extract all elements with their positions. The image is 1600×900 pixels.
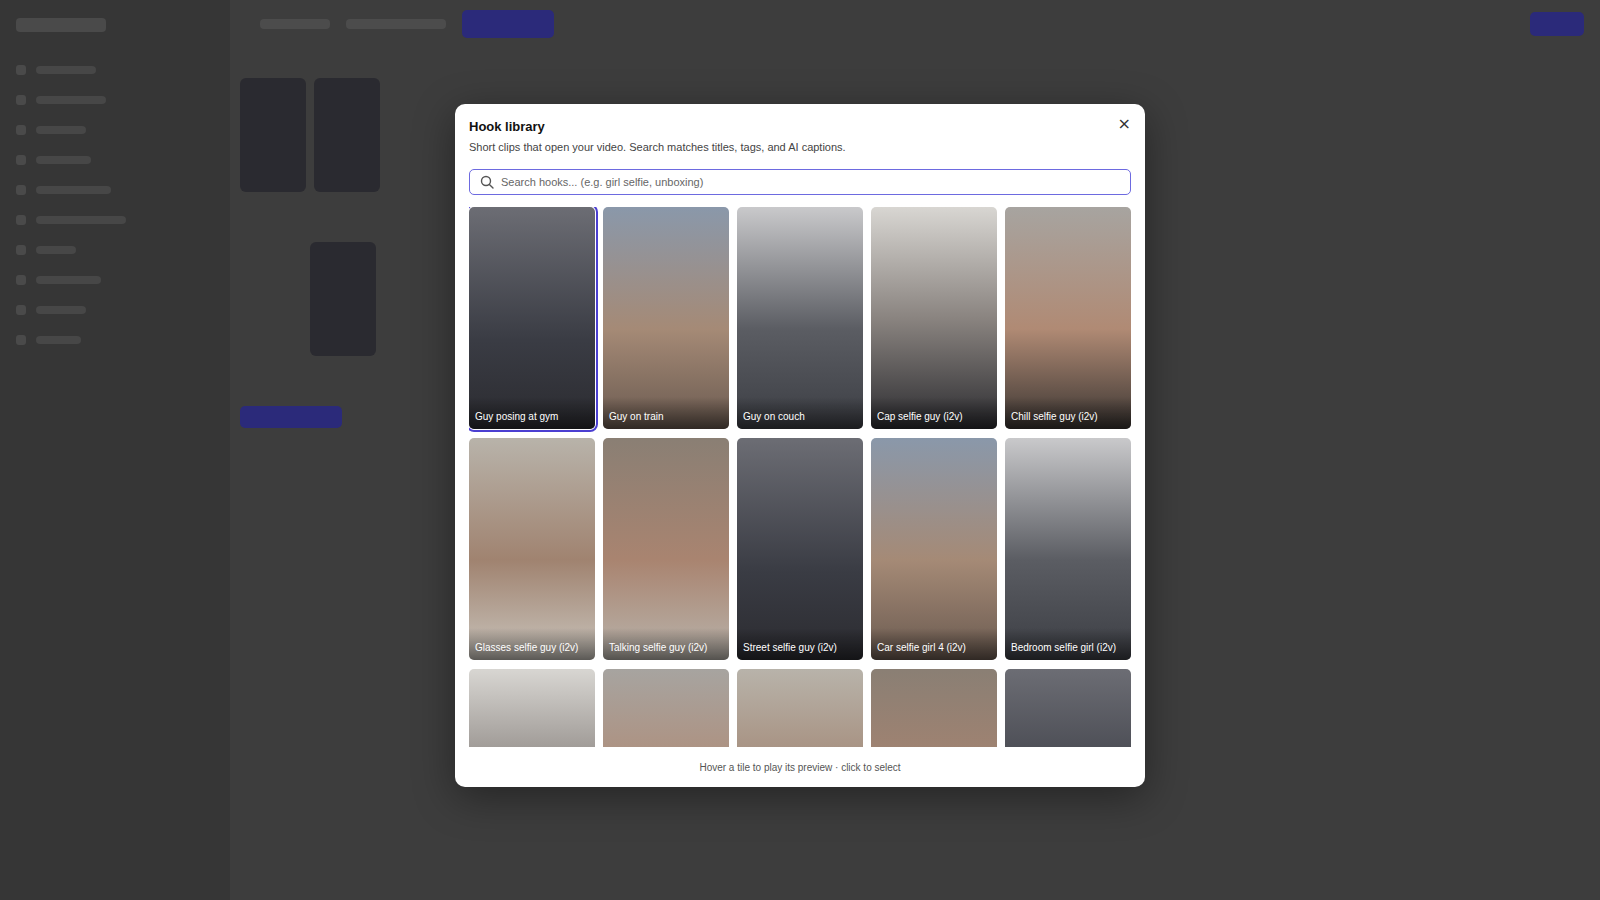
sidebar	[0, 0, 230, 900]
sidebar-item[interactable]	[16, 92, 214, 108]
logo-block	[16, 18, 106, 32]
search-input[interactable]	[501, 171, 1120, 193]
sidebar-item-placeholder	[36, 186, 111, 194]
hook-tile[interactable]: Guy on couch	[737, 207, 863, 429]
sidebar-item-icon	[16, 215, 26, 225]
sidebar-item[interactable]	[16, 182, 214, 198]
sidebar-item-icon	[16, 65, 26, 75]
sidebar-item[interactable]	[16, 152, 214, 168]
search-icon	[480, 175, 494, 189]
tile-label: Guy posing at gym	[469, 397, 595, 429]
sidebar-item[interactable]	[16, 242, 214, 258]
tile-label: Talking selfie guy (i2v)	[603, 628, 729, 660]
modal-title: Hook library	[469, 118, 1131, 136]
sidebar-item-icon	[16, 245, 26, 255]
tile-label: Guy on couch	[737, 397, 863, 429]
sidebar-item[interactable]	[16, 272, 214, 288]
sidebar-item-placeholder	[36, 216, 126, 224]
sidebar-item-icon	[16, 95, 26, 105]
hook-tile[interactable]: Car selfie girl 4 (i2v)	[871, 438, 997, 660]
sidebar-item-placeholder	[36, 66, 96, 74]
tile-label: Glasses selfie guy (i2v)	[469, 628, 595, 660]
sidebar-item-icon	[16, 155, 26, 165]
sidebar-item-placeholder	[36, 276, 101, 284]
search-field[interactable]	[469, 169, 1131, 195]
sidebar-item-placeholder	[36, 306, 86, 314]
top-bar	[230, 0, 1600, 48]
tile-label: Street selfie guy (i2v)	[737, 628, 863, 660]
tile-label: Guy on train	[603, 397, 729, 429]
hook-tile[interactable]: Cap selfie guy (i2v)	[871, 207, 997, 429]
sidebar-item[interactable]	[16, 212, 214, 228]
hook-tile[interactable]	[737, 669, 863, 747]
app-page: ×Hook library Short clips that open your …	[0, 0, 1600, 900]
sidebar-item-placeholder	[36, 336, 81, 344]
modal-overlay: ×Hook library Short clips that open your …	[0, 0, 1600, 900]
sidebar-item[interactable]	[16, 302, 214, 318]
hook-tile[interactable]	[871, 669, 997, 747]
thumb-block	[240, 78, 306, 192]
hook-tile[interactable]: Glasses selfie guy (i2v)	[469, 438, 595, 660]
primary-button[interactable]	[1530, 12, 1584, 36]
sidebar-item-icon	[16, 125, 26, 135]
tile-label: Bedroom selfie girl (i2v)	[1005, 628, 1131, 660]
hook-tile[interactable]: Chill selfie guy (i2v)	[1005, 207, 1131, 429]
hook-tile[interactable]: Guy posing at gym	[469, 207, 595, 429]
sidebar-item-icon	[16, 185, 26, 195]
tile-grid: Guy posing at gymGuy on trainGuy on couc…	[469, 207, 1131, 747]
sidebar-item-icon	[16, 335, 26, 345]
sidebar-item-placeholder	[36, 96, 106, 104]
modal-subtitle: Short clips that open your video. Search…	[469, 140, 1131, 155]
content-button[interactable]	[240, 406, 342, 428]
breadcrumb-placeholder	[260, 19, 330, 29]
sidebar-item-placeholder	[36, 126, 86, 134]
hook-library-modal: ×Hook library Short clips that open your …	[455, 104, 1145, 787]
sidebar-item-placeholder	[36, 246, 76, 254]
hook-tile[interactable]: Street selfie guy (i2v)	[737, 438, 863, 660]
breadcrumb-placeholder	[346, 19, 446, 29]
tile-scroll-area: Guy posing at gymGuy on trainGuy on couc…	[469, 207, 1131, 747]
close-button[interactable]: ×	[1114, 112, 1135, 136]
hook-tile[interactable]: Talking selfie guy (i2v)	[603, 438, 729, 660]
thumb-block	[310, 242, 376, 356]
sidebar-item-icon	[16, 305, 26, 315]
hook-tile[interactable]: Guy on train	[603, 207, 729, 429]
hook-tile[interactable]	[1005, 669, 1131, 747]
hook-tile[interactable]	[603, 669, 729, 747]
sidebar-item-icon	[16, 275, 26, 285]
hook-tile[interactable]: Bedroom selfie girl (i2v)	[1005, 438, 1131, 660]
tile-label: Chill selfie guy (i2v)	[1005, 397, 1131, 429]
sidebar-item[interactable]	[16, 122, 214, 138]
sidebar-item-placeholder	[36, 156, 91, 164]
sidebar-item[interactable]	[16, 62, 214, 78]
hook-tile[interactable]	[469, 669, 595, 747]
thumb-block	[314, 78, 380, 192]
tile-label: Cap selfie guy (i2v)	[871, 397, 997, 429]
sidebar-item[interactable]	[16, 332, 214, 348]
tile-label: Car selfie girl 4 (i2v)	[871, 628, 997, 660]
toolbar-button[interactable]	[462, 10, 554, 38]
modal-footer-hint: Hover a tile to play its preview · click…	[469, 761, 1131, 775]
